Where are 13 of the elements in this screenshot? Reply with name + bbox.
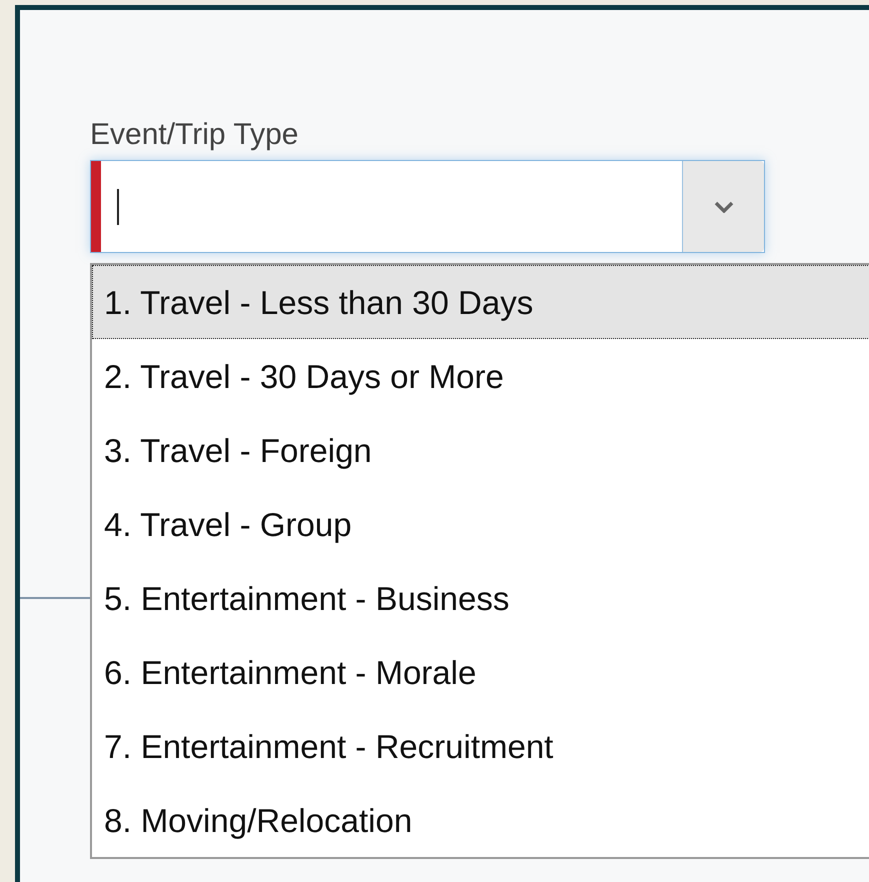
field-label: Event/Trip Type xyxy=(90,117,300,153)
dropdown-option[interactable]: 1. Travel - Less than 30 Days xyxy=(92,265,869,339)
dropdown-option[interactable]: 2. Travel - 30 Days or More xyxy=(92,339,869,413)
dropdown-button[interactable] xyxy=(682,161,764,252)
dropdown-option[interactable]: 6. Entertainment - Morale xyxy=(92,635,869,709)
dropdown-option[interactable]: 7. Entertainment - Recruitment xyxy=(92,709,869,783)
text-cursor xyxy=(117,188,119,224)
dropdown-option[interactable]: 4. Travel - Group xyxy=(92,487,869,561)
dropdown-option[interactable]: 8. Moving/Relocation xyxy=(92,783,869,857)
chevron-down-icon xyxy=(714,200,734,212)
dropdown-option[interactable]: 3. Travel - Foreign xyxy=(92,413,869,487)
combo-box[interactable] xyxy=(90,160,765,253)
dropdown-option[interactable]: 5. Entertainment - Business xyxy=(92,561,869,635)
